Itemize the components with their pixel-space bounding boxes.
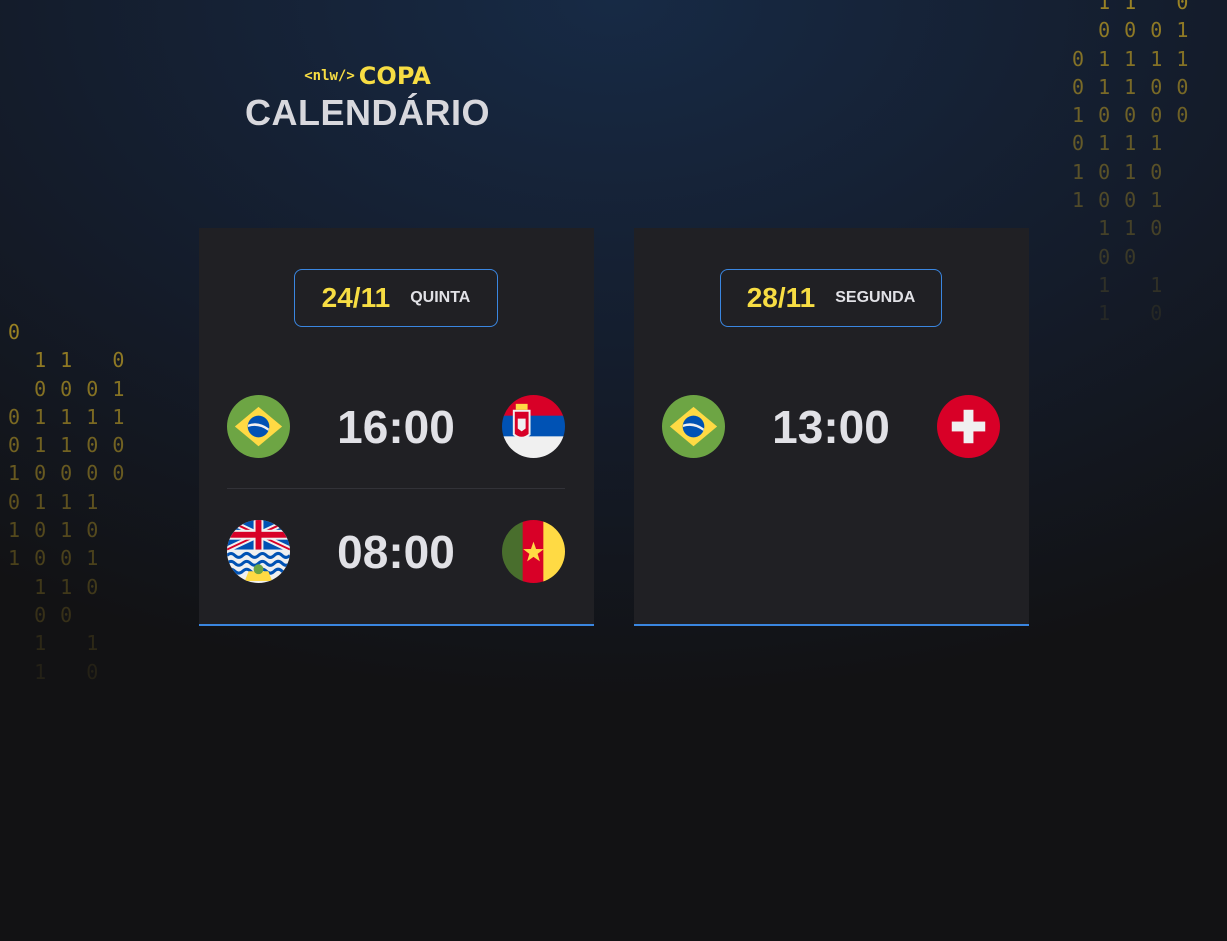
page-title: CALENDÁRIO [245,92,490,133]
date-badge: 28/11 SEGUNDA [720,269,942,327]
page-header: <nlw/> COPA CALENDÁRIO [200,62,535,134]
binary-row: 1 1 0 [8,348,126,373]
binary-row: 0 1 1 1 1 [1072,46,1190,71]
match-row: 08:00 [227,520,565,584]
match-row: 13:00 [662,395,1000,459]
binary-row: 1 0 0 1 [8,546,100,571]
binary-row: 0 0 0 1 [8,376,126,401]
binary-row: 1 0 [1072,301,1164,326]
serbia-flag-icon [502,395,565,458]
date-badge: 24/11 QUINTA [294,269,498,327]
match-divider [227,488,565,489]
binary-row: 0 0 [8,602,74,627]
binary-row: 1 1 [1072,272,1164,297]
binary-decoration-right: 1 1 0 0 0 0 1 0 1 1 1 1 0 1 1 0 0 1 0 0 0 0… [1072,0,1189,328]
binary-row: 0 [8,320,22,344]
cameroon-flag-icon [502,520,565,583]
binary-row: 1 0 1 0 [8,518,100,543]
match-day-card: 24/11 QUINTA 16:00 08:00 [199,228,594,626]
logo-tag: <nlw/> [304,68,355,84]
binary-row: 1 0 0 1 [1072,188,1164,213]
binary-row: 0 1 1 1 [8,489,100,514]
logo: <nlw/> COPA [200,62,535,90]
match-day-card: 28/11 SEGUNDA 13:00 [634,228,1029,626]
binary-row: 0 0 0 1 [1072,18,1190,43]
binary-row: 1 0 0 0 0 [1072,103,1190,128]
binary-row: 0 1 1 0 0 [1072,74,1190,99]
logo-name: COPA [358,62,431,90]
binary-row: 0 0 [1072,244,1138,269]
match-date: 28/11 [746,282,816,313]
match-date: 24/11 [321,282,391,313]
switzerland-flag-icon [937,395,1000,458]
binary-row: 1 1 [8,631,100,656]
binary-row: 1 0 [8,659,100,684]
binary-decoration-left: 0 1 1 0 0 0 0 1 0 1 1 1 1 0 1 1 0 0 1 0 0 0… [8,318,125,686]
binary-row: 0 1 1 1 1 [8,404,126,429]
match-weekday: QUINTA [410,289,471,306]
binary-row: 1 0 0 0 0 [8,461,126,486]
match-weekday: SEGUNDA [835,289,916,306]
binary-row: 0 1 1 0 0 [8,433,126,458]
binary-row: 1 1 0 [1072,216,1164,241]
binary-row: 1 0 1 0 [1072,159,1164,184]
binary-row: 1 1 0 [1072,0,1190,14]
binary-row: 0 1 1 1 [1072,131,1164,156]
binary-row: 1 1 0 [8,574,100,599]
match-row: 16:00 [227,395,565,459]
